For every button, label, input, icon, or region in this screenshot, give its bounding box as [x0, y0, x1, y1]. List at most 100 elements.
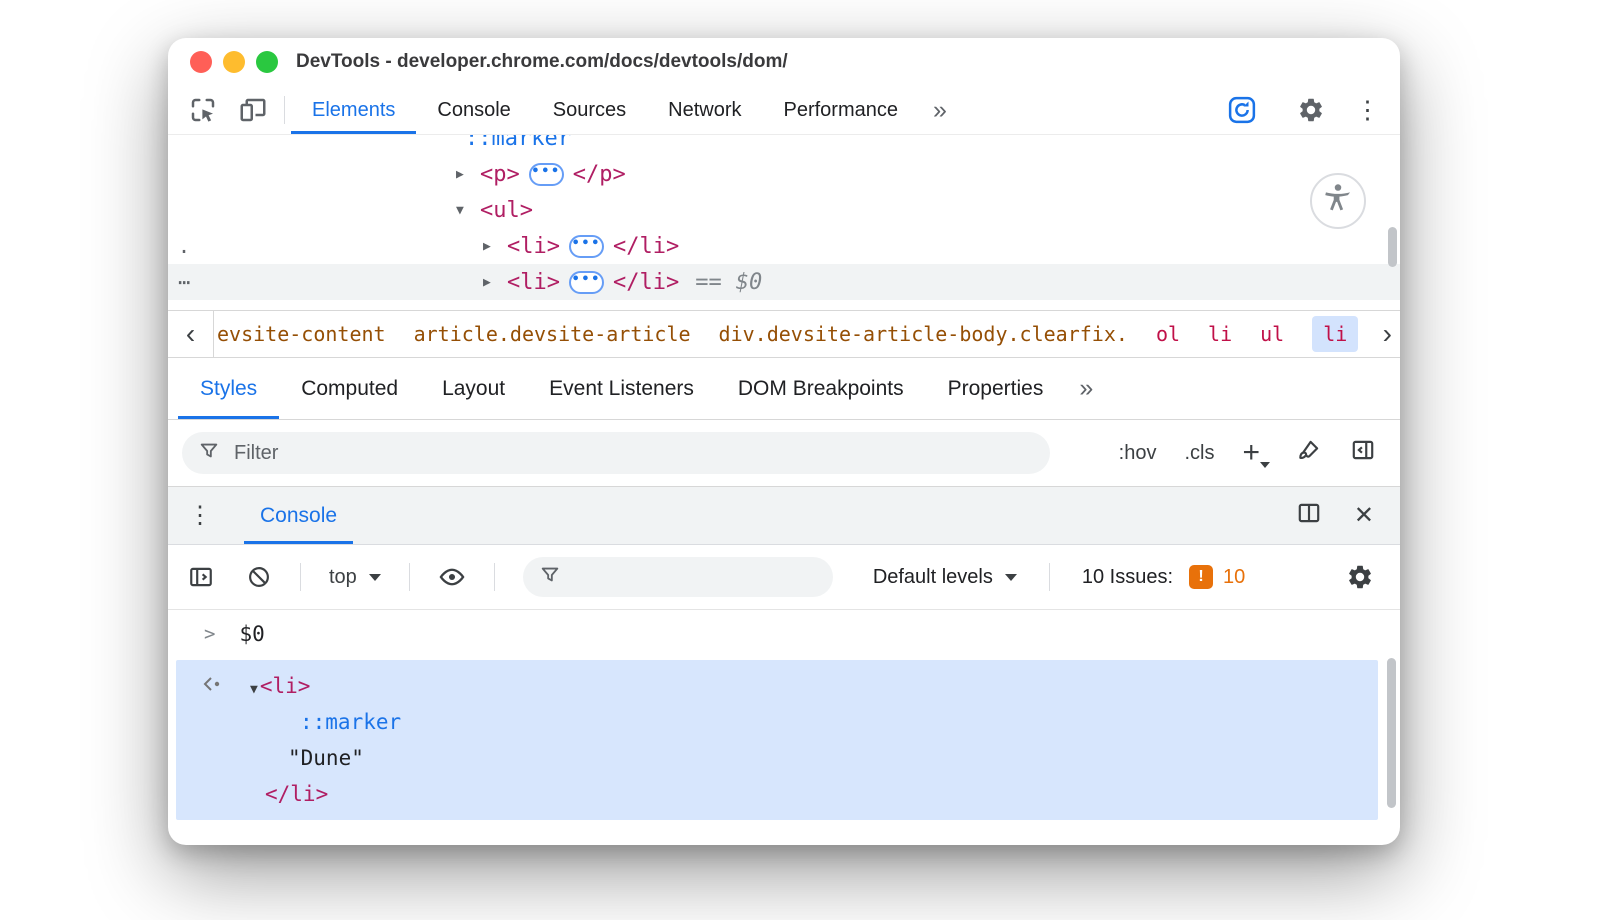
tab-sources[interactable]: Sources: [532, 86, 647, 134]
tree-row-ul[interactable]: ▼ <ul>: [168, 192, 1400, 228]
chevron-down-icon: [369, 574, 381, 581]
tab-styles-label: Styles: [200, 377, 257, 401]
result-close-line[interactable]: </li>: [176, 776, 1378, 812]
breadcrumb-scroll-left-icon[interactable]: ‹: [168, 311, 214, 357]
console-settings-gear-icon[interactable]: [1346, 563, 1390, 591]
breadcrumb-items: evsite-content article.devsite-article d…: [214, 316, 1400, 352]
live-expression-eye-icon[interactable]: [428, 563, 476, 591]
echo-expression: $0: [239, 622, 264, 646]
breadcrumb-item[interactable]: ul: [1260, 322, 1284, 346]
breadcrumb-item[interactable]: ol: [1156, 322, 1180, 346]
tab-dom-breakpoints-label: DOM Breakpoints: [738, 377, 904, 401]
context-label: top: [329, 566, 357, 589]
twisty-expanded-icon[interactable]: ▼: [456, 203, 480, 218]
execution-context-selector[interactable]: top: [319, 566, 391, 589]
tab-event-listeners[interactable]: Event Listeners: [527, 358, 716, 419]
tree-row-p[interactable]: ▶ <p> ••• </p>: [168, 156, 1400, 192]
tab-console-label: Console: [437, 99, 510, 122]
levels-label: Default levels: [873, 566, 993, 589]
split-panel-icon[interactable]: [1296, 500, 1322, 531]
gutter-mark: .: [178, 234, 190, 258]
accessibility-overlay-button[interactable]: [1310, 173, 1366, 229]
breadcrumb-item-selected[interactable]: li: [1312, 316, 1358, 352]
tab-event-listeners-label: Event Listeners: [549, 377, 694, 401]
tab-elements[interactable]: Elements: [291, 86, 416, 134]
rendering-brush-icon[interactable]: [1296, 437, 1322, 469]
console-filter-input[interactable]: [523, 557, 833, 597]
breadcrumb-item[interactable]: li: [1208, 322, 1232, 346]
device-toolbar-icon[interactable]: [228, 86, 278, 134]
gutter-mark: ⋯: [178, 270, 190, 294]
close-drawer-icon[interactable]: ✕: [1354, 501, 1374, 530]
console-tab-label: Console: [260, 504, 337, 528]
more-style-tabs-icon[interactable]: »: [1065, 358, 1107, 419]
twisty-collapsed-icon[interactable]: ▶: [456, 167, 480, 182]
ellipsis-pill-icon[interactable]: •••: [569, 235, 604, 258]
breadcrumb-item[interactable]: article.devsite-article: [414, 322, 691, 346]
twisty-collapsed-icon[interactable]: ▶: [483, 239, 507, 254]
panel-tabs: Elements Console Sources Network Perform…: [291, 86, 919, 134]
ellipsis-pill-icon[interactable]: •••: [529, 163, 564, 186]
tab-performance[interactable]: Performance: [763, 86, 920, 134]
result-node-line[interactable]: ▼<li>: [176, 668, 1378, 704]
dollar-zero-annotation: $0: [736, 270, 763, 295]
issues-warning-icon: !: [1189, 565, 1213, 589]
tab-properties[interactable]: Properties: [926, 358, 1066, 419]
ellipsis-pill-icon[interactable]: •••: [569, 271, 604, 294]
styles-tab-strip: Styles Computed Layout Event Listeners D…: [168, 358, 1400, 420]
tab-computed[interactable]: Computed: [279, 358, 420, 419]
breadcrumb-scroll-right-icon[interactable]: ›: [1375, 311, 1392, 357]
tab-styles[interactable]: Styles: [178, 358, 279, 419]
tree-row-marker-clipped[interactable]: ::marker: [168, 135, 1400, 156]
tree-row-li-1[interactable]: . ▶ <li> ••• </li>: [168, 228, 1400, 264]
tab-network[interactable]: Network: [647, 86, 762, 134]
tree-row-li-selected[interactable]: ⋯ ▶ <li> ••• </li> == $0: [168, 264, 1400, 300]
console-toolbar: top Default levels 10 Issues: ! 10: [168, 545, 1400, 610]
main-menu-kebab-icon[interactable]: ⋮: [1355, 98, 1380, 123]
issues-count: 10: [1223, 566, 1245, 589]
console-scrollbar[interactable]: [1387, 658, 1396, 808]
console-sidebar-icon[interactable]: [178, 564, 224, 590]
open-tag: <p>: [480, 162, 520, 187]
more-tabs-icon[interactable]: »: [919, 86, 961, 134]
console-input-echo[interactable]: > $0: [168, 612, 1400, 656]
styles-filter-input[interactable]: Filter: [182, 432, 1050, 474]
log-levels-selector[interactable]: Default levels: [859, 566, 1031, 589]
console-result-highlighted[interactable]: ▼<li> ::marker "Dune" </li>: [176, 660, 1378, 820]
sync-extension-icon[interactable]: [1217, 95, 1267, 125]
pseudo-element-label: ::marker: [465, 135, 571, 151]
clear-console-icon[interactable]: [236, 564, 282, 590]
devtools-toolbar: Elements Console Sources Network Perform…: [168, 86, 1400, 135]
close-window-button[interactable]: [190, 51, 212, 73]
toggle-hover-state-button[interactable]: :hov: [1119, 442, 1157, 465]
chevron-down-icon: [1005, 574, 1017, 581]
result-marker-line[interactable]: ::marker: [176, 704, 1378, 740]
devtools-window: DevTools - developer.chrome.com/docs/dev…: [168, 38, 1400, 845]
drawer-menu-kebab-icon[interactable]: ⋮: [168, 487, 228, 544]
inspect-element-icon[interactable]: [178, 86, 228, 134]
result-text-line[interactable]: "Dune": [176, 740, 1378, 776]
issues-counter[interactable]: 10 Issues: ! 10: [1068, 565, 1245, 589]
twisty-collapsed-icon[interactable]: ▶: [483, 275, 507, 290]
zoom-window-button[interactable]: [256, 51, 278, 73]
titlebar: DevTools - developer.chrome.com/docs/dev…: [168, 38, 1400, 86]
dock-sidebar-icon[interactable]: [1350, 437, 1376, 469]
breadcrumb-item[interactable]: evsite-content: [217, 322, 386, 346]
close-tag: </p>: [573, 162, 626, 187]
tab-console[interactable]: Console: [416, 86, 531, 134]
tab-dom-breakpoints[interactable]: DOM Breakpoints: [716, 358, 926, 419]
minimize-window-button[interactable]: [223, 51, 245, 73]
tab-layout[interactable]: Layout: [420, 358, 527, 419]
settings-gear-icon[interactable]: [1287, 96, 1335, 124]
close-tag: </li>: [613, 270, 679, 295]
styles-toolbar-buttons: :hov .cls +: [1119, 436, 1386, 470]
elements-scrollbar[interactable]: [1388, 227, 1397, 267]
new-style-rule-button[interactable]: +: [1242, 436, 1268, 470]
breadcrumb-item[interactable]: div.devsite-article-body.clearfix.: [719, 322, 1128, 346]
twisty-expanded-icon[interactable]: ▼: [250, 682, 258, 697]
plus-label: +: [1242, 436, 1260, 469]
tab-performance-label: Performance: [784, 99, 899, 122]
tab-console-drawer[interactable]: Console: [244, 487, 353, 544]
open-tag: <li>: [507, 234, 560, 259]
toggle-class-button[interactable]: .cls: [1184, 442, 1214, 465]
